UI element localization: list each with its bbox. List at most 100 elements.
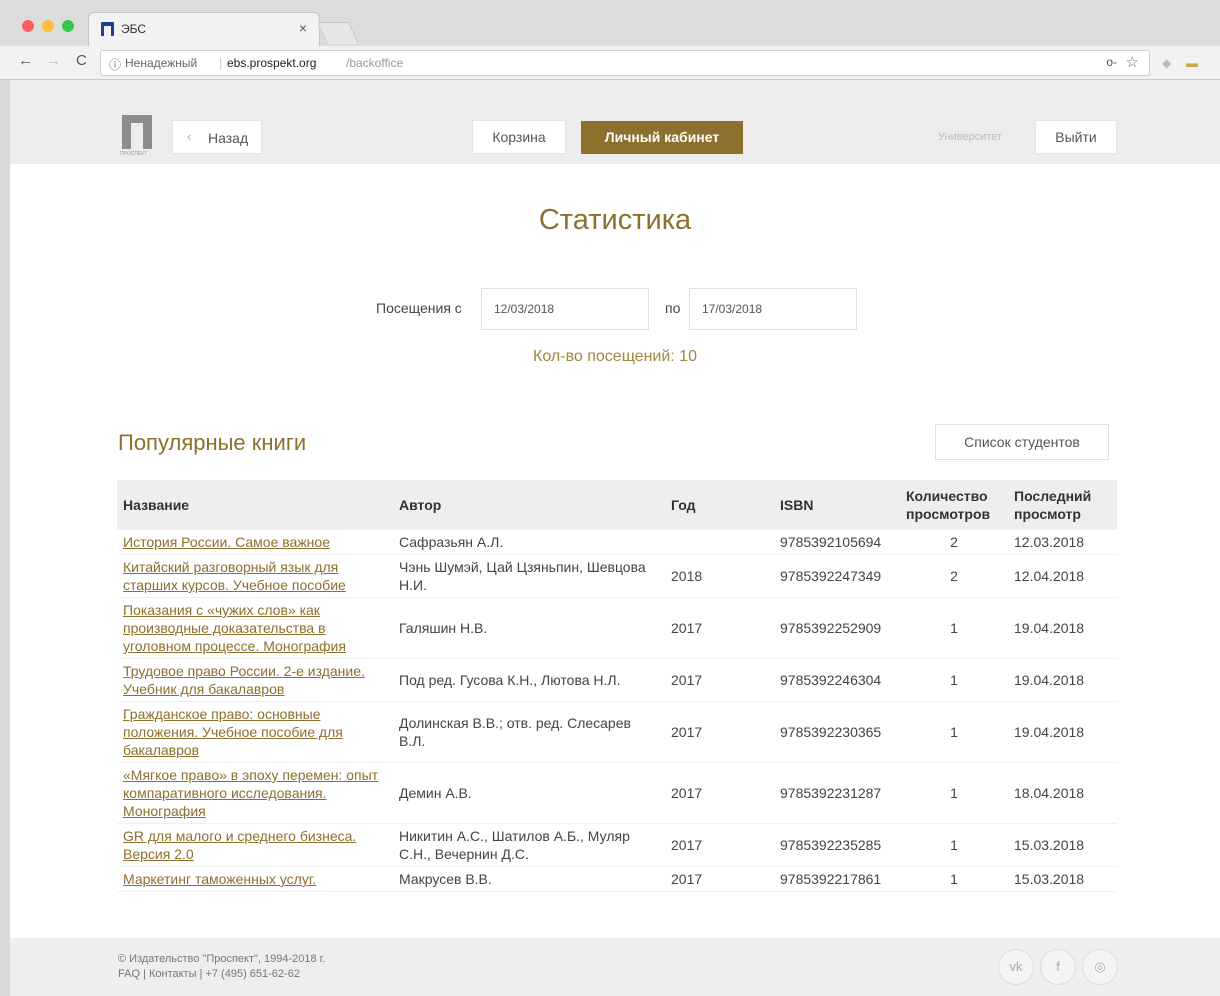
isbn-cell: 9785392230365 (774, 701, 900, 763)
book-title-link[interactable]: Показания с «чужих слов» как производные… (123, 602, 346, 654)
views-cell: 1 (900, 762, 1008, 824)
author-cell: Демин А.В. (393, 762, 665, 824)
instagram-icon[interactable]: ◎ (1082, 949, 1118, 985)
insecure-label: Ненадежный (125, 56, 198, 70)
year-cell: 2017 (665, 762, 774, 824)
address-separator: | (219, 55, 223, 70)
date-from-input[interactable] (481, 288, 649, 330)
personal-cabinet-button[interactable]: Личный кабинет (581, 121, 743, 154)
isbn-cell: 9785392247349 (774, 554, 900, 598)
visits-from-label: Посещения с (376, 300, 462, 316)
university-label: Университет (938, 131, 1003, 143)
book-title-link[interactable]: Трудовое право России. 2-е издание. Учеб… (123, 663, 365, 697)
page: ПРОСПЕКТ ‹ Назад Корзина Личный кабинет … (10, 80, 1220, 996)
reload-icon[interactable]: C (76, 52, 87, 69)
site-header: ПРОСПЕКТ ‹ Назад Корзина Личный кабинет … (10, 80, 1220, 164)
table-row: Гражданское право: основные положения. У… (117, 701, 1117, 763)
year-cell: 2017 (665, 597, 774, 659)
isbn-cell: 9785392231287 (774, 762, 900, 824)
year-cell (665, 530, 774, 555)
facebook-icon[interactable]: f (1040, 949, 1076, 985)
popular-books-table: Название Автор Год ISBN Количество просм… (117, 480, 1117, 892)
table-row: Маркетинг таможенных услуг. Макрусев В.В… (117, 866, 1117, 892)
back-arrow-icon[interactable]: ← (18, 52, 33, 69)
isbn-cell: 9785392105694 (774, 530, 900, 555)
author-cell: Чэнь Шумэй, Цай Цзяньпин, Шевцова Н.И. (393, 554, 665, 598)
browser-toolbar: ← → C ⓘ Ненадежный | ebs.prospekt.org /b… (0, 46, 1220, 80)
browser-tab[interactable]: ЭБС × (88, 12, 320, 46)
column-header-isbn: ISBN (774, 480, 900, 530)
book-title-link[interactable]: Китайский разговорный язык для старших к… (123, 559, 346, 593)
password-key-icon[interactable]: o- (1106, 55, 1117, 69)
logout-button[interactable]: Выйти (1035, 120, 1117, 154)
book-title-cell: Маркетинг таможенных услуг. (117, 866, 393, 892)
students-list-button[interactable]: Список студентов (935, 424, 1109, 460)
logo-caption: ПРОСПЕКТ (120, 151, 148, 157)
last-view-cell: 15.03.2018 (1008, 823, 1117, 867)
back-button[interactable]: ‹ Назад (172, 120, 262, 154)
last-view-cell: 12.04.2018 (1008, 554, 1117, 598)
cart-button[interactable]: Корзина (472, 120, 566, 154)
book-title-cell: GR для малого и среднего бизнеса. Версия… (117, 823, 393, 867)
author-cell: Галяшин Н.В. (393, 597, 665, 659)
year-cell: 2017 (665, 701, 774, 763)
views-cell: 1 (900, 866, 1008, 892)
author-cell: Никитин А.С., Шатилов А.Б., Муляр С.Н., … (393, 823, 665, 867)
isbn-cell: 9785392252909 (774, 597, 900, 659)
page-title: Статистика (538, 204, 692, 236)
views-cell: 1 (900, 658, 1008, 702)
visits-count: Кол-во посещений: 10 (533, 348, 697, 365)
book-title-cell: Трудовое право России. 2-е издание. Учеб… (117, 658, 393, 702)
book-title-link[interactable]: GR для малого и среднего бизнеса. Версия… (123, 828, 356, 862)
extension-icon[interactable]: ◆ (1162, 56, 1171, 70)
bookmark-star-icon[interactable]: ☆ (1126, 53, 1139, 71)
isbn-cell: 9785392217861 (774, 866, 900, 892)
window-close-button[interactable] (22, 20, 34, 32)
last-view-cell: 19.04.2018 (1008, 701, 1117, 763)
site-favicon-icon (101, 22, 114, 36)
views-cell: 2 (900, 530, 1008, 555)
table-row: «Мягкое право» в эпоху перемен: опыт ком… (117, 762, 1117, 824)
date-to-input[interactable] (689, 288, 857, 330)
year-cell: 2017 (665, 823, 774, 867)
book-title-link[interactable]: «Мягкое право» в эпоху перемен: опыт ком… (123, 767, 378, 819)
extension-key-icon[interactable]: ▬ (1186, 56, 1198, 70)
window-minimize-button[interactable] (42, 20, 54, 32)
new-tab-button[interactable] (316, 22, 360, 44)
table-row: История России. Самое важное Сафразьян А… (117, 530, 1117, 555)
column-header-year: Год (665, 480, 774, 530)
window-maximize-button[interactable] (62, 20, 74, 32)
table-row: Трудовое право России. 2-е издание. Учеб… (117, 658, 1117, 702)
book-title-cell: История России. Самое важное (117, 530, 393, 555)
forward-arrow-icon[interactable]: → (46, 52, 61, 69)
address-bar[interactable]: ⓘ Ненадежный | ebs.prospekt.org /backoff… (100, 50, 1150, 76)
site-logo[interactable]: ПРОСПЕКТ (120, 115, 154, 159)
isbn-cell: 9785392246304 (774, 658, 900, 702)
views-cell: 1 (900, 823, 1008, 867)
views-cell: 2 (900, 554, 1008, 598)
last-view-cell: 18.04.2018 (1008, 762, 1117, 824)
author-cell: Макрусев В.В. (393, 866, 665, 892)
address-path: /backoffice (346, 56, 404, 70)
date-to-label: по (665, 300, 681, 316)
views-cell: 1 (900, 597, 1008, 659)
last-view-cell: 12.03.2018 (1008, 530, 1117, 555)
footer-links[interactable]: FAQ | Контакты | +7 (495) 651-62-62 (118, 968, 300, 980)
book-title-link[interactable]: Маркетинг таможенных услуг. (123, 871, 316, 887)
tab-close-icon[interactable]: × (299, 20, 307, 36)
info-icon[interactable]: ⓘ (109, 56, 121, 73)
book-title-link[interactable]: История России. Самое важное (123, 534, 330, 550)
browser-tab-bar: ЭБС × (0, 0, 1220, 46)
book-title-cell: «Мягкое право» в эпоху перемен: опыт ком… (117, 762, 393, 824)
year-cell: 2018 (665, 554, 774, 598)
book-title-link[interactable]: Гражданское право: основные положения. У… (123, 706, 343, 758)
back-button-label: Назад (208, 130, 249, 146)
logo-mark-icon (122, 115, 152, 149)
year-cell: 2017 (665, 658, 774, 702)
vk-icon[interactable]: vk (998, 949, 1034, 985)
author-cell: Сафразьян А.Л. (393, 530, 665, 555)
book-title-cell: Показания с «чужих слов» как производные… (117, 597, 393, 659)
author-cell: Под ред. Гусова К.Н., Лютова Н.Л. (393, 658, 665, 702)
book-title-cell: Гражданское право: основные положения. У… (117, 701, 393, 763)
table-header-row: Название Автор Год ISBN Количество просм… (117, 480, 1117, 530)
